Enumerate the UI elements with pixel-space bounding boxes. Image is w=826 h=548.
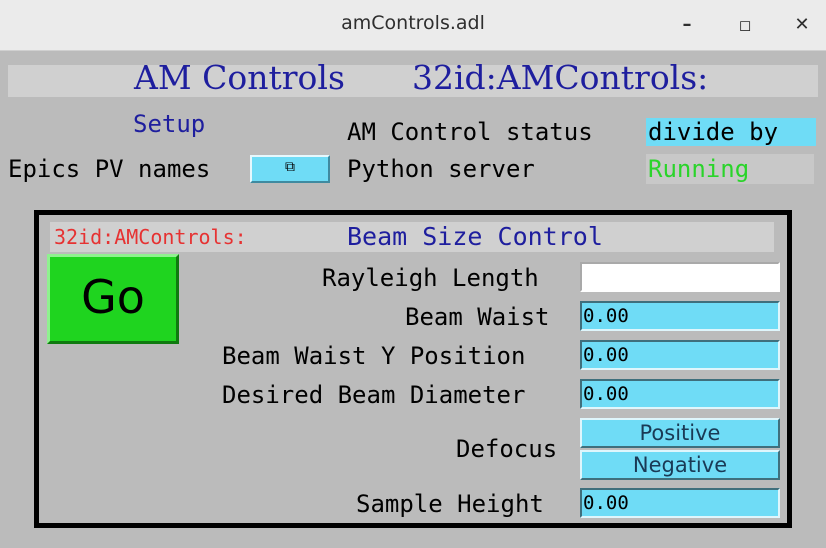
beam-waist-field[interactable]: 0.00 xyxy=(580,301,780,331)
am-control-status-label: AM Control status xyxy=(347,118,593,146)
defocus-positive-button[interactable]: Positive xyxy=(580,418,780,448)
beam-waist-label: Beam Waist xyxy=(405,303,550,331)
go-button[interactable]: Go xyxy=(47,254,179,344)
epics-pv-names-label: Epics PV names xyxy=(8,155,211,183)
panel-title: Beam Size Control xyxy=(347,222,603,251)
defocus-label: Defocus xyxy=(456,435,558,463)
window-title: amControls.adl xyxy=(341,12,485,34)
app-window: amControls.adl – ◻ ✕ AM Controls 32id:AM… xyxy=(0,0,826,548)
desired-beam-diameter-label: Desired Beam Diameter xyxy=(222,381,526,409)
related-display-icon: ⧉ xyxy=(285,160,295,175)
sample-height-field[interactable]: 0.00 xyxy=(580,488,780,518)
title-bar[interactable]: amControls.adl – ◻ ✕ xyxy=(0,0,826,51)
beam-waist-y-position-field[interactable]: 0.00 xyxy=(580,340,780,370)
rayleigh-length-field[interactable] xyxy=(580,262,780,292)
defocus-negative-button[interactable]: Negative xyxy=(580,450,780,480)
python-server-label: Python server xyxy=(347,155,535,183)
close-icon[interactable]: ✕ xyxy=(787,10,817,40)
desired-beam-diameter-field[interactable]: 0.00 xyxy=(580,379,780,409)
page-title: AM Controls xyxy=(134,58,345,97)
epics-pv-names-button[interactable]: ⧉ xyxy=(250,155,330,183)
sample-height-label: Sample Height xyxy=(356,490,544,518)
panel-pv-prefix: 32id:AMControls: xyxy=(54,225,247,249)
am-control-status-value: divide by xyxy=(646,118,816,146)
rayleigh-length-label: Rayleigh Length xyxy=(322,264,539,292)
pv-prefix-title: 32id:AMControls: xyxy=(412,58,709,97)
maximize-icon[interactable]: ◻ xyxy=(730,10,760,40)
beam-waist-y-position-label: Beam Waist Y Position xyxy=(222,342,526,370)
python-server-status: Running xyxy=(646,154,814,184)
setup-label: Setup xyxy=(133,110,206,138)
minimize-icon[interactable]: – xyxy=(672,10,702,40)
